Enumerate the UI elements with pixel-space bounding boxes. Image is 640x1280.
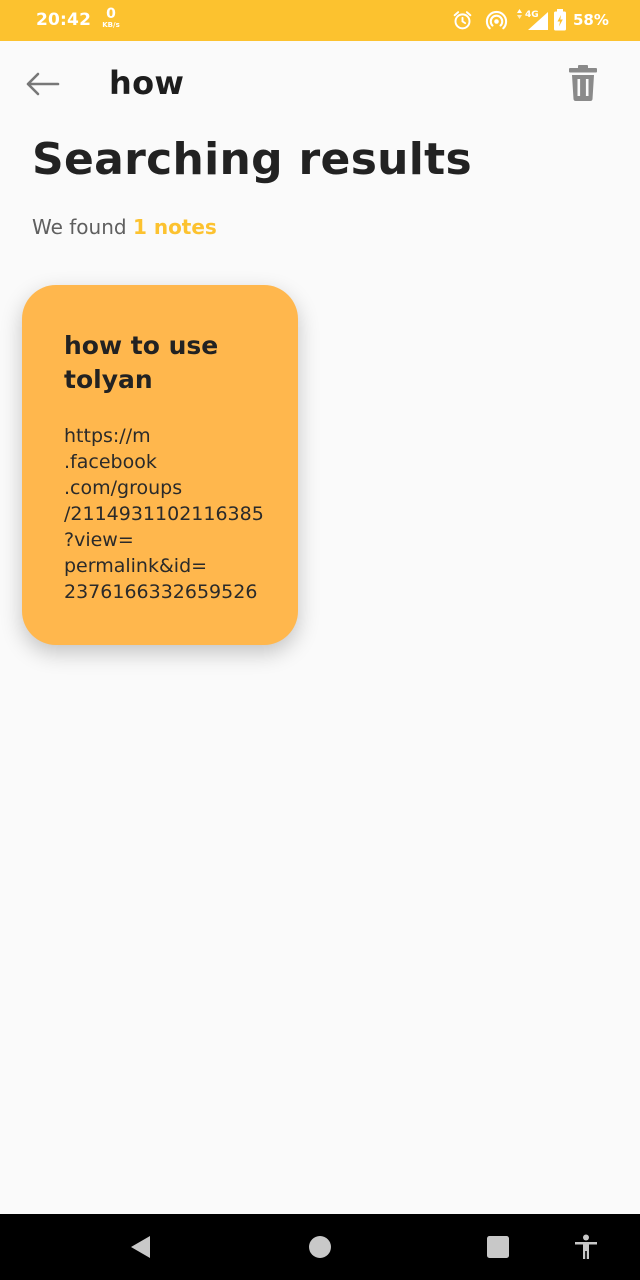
battery-percentage: 58% — [573, 11, 609, 29]
status-bar: 20:42 0 KB/s 4G 58% — [0, 0, 640, 41]
home-circle-icon — [309, 1236, 331, 1258]
recents-square-icon — [487, 1236, 509, 1258]
navigation-bar — [0, 1214, 640, 1280]
back-button[interactable] — [22, 66, 64, 102]
page-title: Searching results — [32, 134, 473, 185]
signal-icon: 4G — [514, 8, 550, 36]
alarm-icon — [452, 10, 473, 35]
accessibility-icon — [575, 1234, 597, 1259]
results-count: 1 notes — [132, 215, 217, 239]
search-query: how — [109, 64, 185, 102]
trash-icon — [569, 65, 597, 101]
arrow-left-icon — [26, 72, 60, 96]
note-title: how to use tolyan — [64, 331, 219, 394]
network-type-label: 4G — [525, 10, 539, 20]
back-triangle-icon — [131, 1236, 150, 1258]
results-summary: We found 1 notes — [32, 215, 217, 239]
status-time: 20:42 — [36, 10, 92, 30]
network-speed-value: 0 — [106, 6, 116, 22]
delete-button[interactable] — [566, 64, 600, 102]
nav-recents-button[interactable] — [485, 1234, 511, 1260]
network-speed: 0 KB/s — [99, 7, 123, 29]
note-content: https://m .facebook .com/groups /2114931… — [64, 425, 264, 603]
results-summary-prefix: We found — [32, 215, 133, 239]
network-speed-unit: KB/s — [102, 21, 120, 29]
hotspot-icon — [485, 10, 508, 37]
battery-icon — [553, 9, 567, 35]
nav-back-button[interactable] — [128, 1234, 154, 1260]
nav-accessibility-button[interactable] — [573, 1234, 599, 1260]
nav-home-button[interactable] — [307, 1234, 333, 1260]
note-card[interactable]: how to use tolyan https://m .facebook .c… — [22, 285, 298, 645]
